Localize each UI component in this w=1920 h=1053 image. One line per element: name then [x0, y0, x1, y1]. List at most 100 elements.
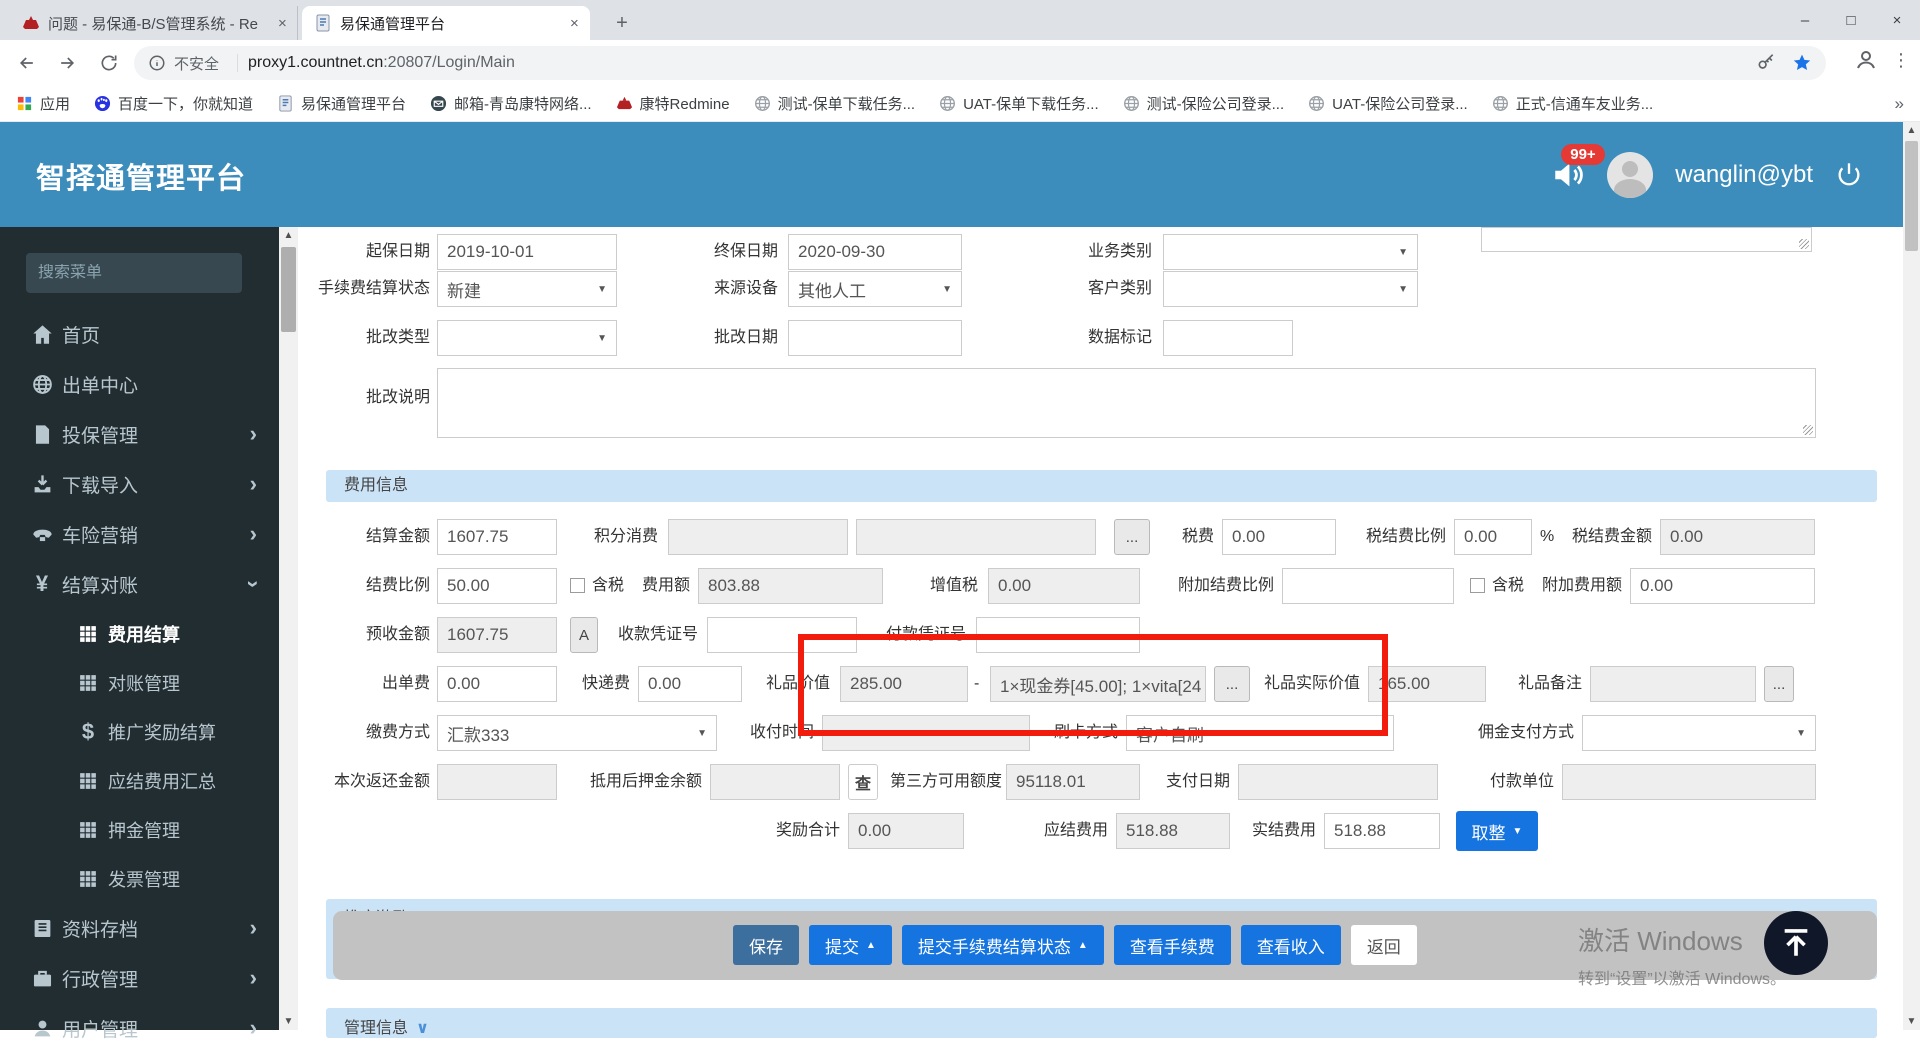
sidebar-item-reconcile-mgmt[interactable]: 对账管理 [0, 658, 279, 707]
sidebar-item-archive[interactable]: 资料存档 › [0, 903, 279, 953]
deposit-balance-input [710, 764, 840, 800]
sidebar-item-issue-center[interactable]: 出单中心 [0, 359, 279, 409]
sidebar-search[interactable] [26, 253, 245, 293]
view-income-button[interactable]: 查看收入 [1240, 925, 1341, 965]
key-icon[interactable] [1756, 53, 1776, 73]
security-label[interactable]: 不安全 [174, 53, 219, 74]
business-type-select[interactable]: ▼ [1163, 234, 1418, 270]
search-input[interactable] [38, 264, 245, 282]
source-device-select[interactable]: 其他人工 ▼ [788, 271, 962, 307]
back-button-form[interactable]: 返回 [1350, 925, 1417, 965]
end-date-input[interactable]: 2020-09-30 [788, 234, 962, 270]
window-close-button[interactable]: × [1874, 0, 1920, 40]
scrollbar-thumb[interactable] [1905, 141, 1918, 251]
fee-settle-status-select[interactable]: 新建 ▼ [437, 271, 617, 307]
extra-fee-amount-input[interactable]: 0.00 [1630, 568, 1815, 604]
caret-down-icon: ▼ [597, 283, 607, 295]
avatar[interactable] [1607, 151, 1654, 198]
express-fee-input[interactable]: 0.00 [638, 666, 742, 702]
sidebar-item-home[interactable]: 首页 [0, 309, 279, 359]
forward-button[interactable] [52, 48, 82, 78]
browser-menu-icon[interactable]: ⋮ [1892, 50, 1910, 71]
endorse-date-input[interactable] [788, 320, 962, 356]
sidebar-item-auto-marketing[interactable]: 车险营销 › [0, 509, 279, 559]
scroll-up-icon[interactable]: ▲ [279, 227, 298, 244]
logout-power-icon[interactable] [1835, 161, 1863, 189]
profile-icon[interactable] [1854, 48, 1878, 72]
chevron-icon: › [249, 521, 257, 546]
submit-fee-status-button[interactable]: 提交手续费结算状态 ▲ [901, 925, 1104, 965]
sidebar-item-settle-reconcile[interactable]: ¥ 结算对账 › [0, 559, 279, 609]
points-more-button[interactable]: ... [1114, 519, 1150, 555]
sidebar-item-user-mgmt[interactable]: 用户管理 › [0, 1003, 279, 1053]
commission-pay-select[interactable]: ▼ [1582, 715, 1816, 751]
window-minimize-button[interactable]: – [1782, 0, 1828, 40]
sidebar-scrollbar[interactable]: ▲ ▼ [279, 227, 298, 1030]
bookmark-item[interactable]: 正式-信通车友业务... [1492, 93, 1653, 114]
settle-amount-input[interactable]: 1607.75 [437, 519, 557, 555]
new-tab-button[interactable]: + [608, 10, 636, 38]
activate-windows-watermark: 激活 Windows 转到“设置”以激活 Windows。 [1578, 926, 1787, 988]
bookmark-item[interactable]: 测试-保险公司登录... [1123, 93, 1284, 114]
a-button[interactable]: A [570, 617, 598, 653]
sidebar-item-insure-mgmt[interactable]: 投保管理 › [0, 409, 279, 459]
refresh-button[interactable] [94, 48, 124, 78]
sidebar-item-payable-summary[interactable]: 应结费用汇总 [0, 756, 279, 805]
sidebar-item-download-import[interactable]: 下载导入 › [0, 459, 279, 509]
submit-button[interactable]: 提交 ▲ [809, 925, 892, 965]
issue-fee-input[interactable]: 0.00 [437, 666, 557, 702]
scrollbar-thumb[interactable] [281, 247, 296, 332]
extra-tax-included-checkbox[interactable] [1470, 578, 1485, 593]
tax-settle-ratio-input[interactable]: 0.00 [1454, 519, 1532, 555]
sidebar-item-fee-settlement[interactable]: 费用结算 [0, 609, 279, 658]
address-bar[interactable]: 不安全 proxy1.countnet.cn :20807/Login/Main [134, 46, 1826, 80]
endorse-note-textarea[interactable] [437, 368, 1816, 438]
close-icon[interactable]: × [570, 15, 579, 32]
extra-settle-ratio-input[interactable] [1282, 568, 1454, 604]
download-icon [30, 472, 54, 496]
info-icon[interactable] [148, 54, 166, 72]
annotation-red-box [798, 634, 1388, 736]
sidebar-item-deposit-mgmt[interactable]: 押金管理 [0, 805, 279, 854]
actual-fee-input[interactable]: 518.88 [1324, 813, 1440, 849]
bookmark-star-icon[interactable] [1792, 53, 1812, 73]
gift-note-more-button[interactable]: ... [1764, 666, 1794, 702]
scroll-down-icon[interactable]: ▼ [1903, 1013, 1920, 1030]
data-mark-input[interactable] [1163, 320, 1293, 356]
bookmark-item[interactable]: 易保通管理平台 [277, 93, 406, 114]
page-scrollbar[interactable]: ▲ ▼ [1903, 122, 1920, 1030]
check-button[interactable]: 查 [848, 764, 878, 800]
tax-input[interactable]: 0.00 [1222, 519, 1336, 555]
bookmark-item[interactable]: 百度一下，你就知道 [94, 93, 253, 114]
customer-type-select[interactable]: ▼ [1163, 271, 1418, 307]
reward-total-input: 0.00 [848, 813, 964, 849]
settle-ratio-input[interactable]: 50.00 [437, 568, 557, 604]
scroll-up-icon[interactable]: ▲ [1903, 122, 1920, 139]
sidebar-item-promo-reward-settle[interactable]: $ 推广奖励结算 [0, 707, 279, 756]
browser-tab-ybt[interactable]: 易保通管理平台 × [302, 6, 590, 40]
bookmark-item[interactable]: UAT-保险公司登录... [1308, 93, 1468, 114]
back-button[interactable] [12, 48, 42, 78]
bookmark-item[interactable]: UAT-保单下载任务... [939, 93, 1099, 114]
save-button[interactable]: 保存 [733, 925, 799, 965]
close-icon[interactable]: × [278, 15, 287, 32]
back-to-top-button[interactable] [1764, 911, 1828, 975]
browser-tab-redmine[interactable]: 问题 - 易保通-B/S管理系统 - Re × [10, 6, 298, 40]
round-button[interactable]: 取整 ▼ [1456, 811, 1538, 851]
bookmark-item[interactable]: 康特Redmine [616, 93, 730, 114]
view-fee-button[interactable]: 查看手续费 [1113, 925, 1231, 965]
bookmark-item[interactable]: 应用 [16, 93, 70, 114]
sidebar-item-invoice-mgmt[interactable]: 发票管理 [0, 854, 279, 903]
doc-favicon [314, 14, 332, 32]
bookmarks-overflow-icon[interactable]: » [1895, 94, 1904, 114]
bookmark-item[interactable]: 邮箱-青岛康特网络... [430, 93, 592, 114]
scroll-down-icon[interactable]: ▼ [279, 1013, 298, 1030]
notification-speaker-icon[interactable]: 99+ [1551, 143, 1605, 192]
window-maximize-button[interactable]: □ [1828, 0, 1874, 40]
tax-included-checkbox[interactable] [570, 578, 585, 593]
pay-method-select[interactable]: 汇款333 ▼ [437, 715, 717, 751]
start-date-input[interactable]: 2019-10-01 [437, 234, 617, 270]
endorse-type-select[interactable]: ▼ [437, 320, 617, 356]
bookmark-item[interactable]: 测试-保单下载任务... [754, 93, 915, 114]
sidebar-item-admin-mgmt[interactable]: 行政管理 › [0, 953, 279, 1003]
